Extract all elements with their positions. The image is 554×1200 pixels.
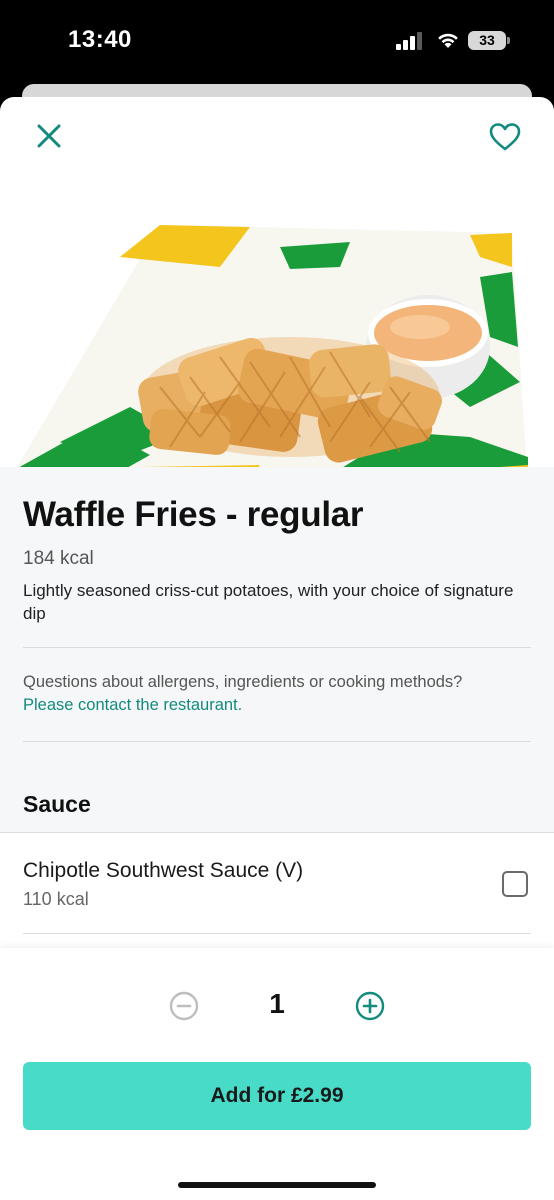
option-name: Chipotle Southwest Sauce (V)	[23, 859, 304, 882]
contact-restaurant-link[interactable]: Please contact the restaurant.	[23, 696, 242, 715]
divider	[23, 741, 531, 742]
heart-icon[interactable]	[488, 121, 522, 153]
sauce-section-title: Sauce	[23, 791, 91, 817]
wifi-icon	[438, 33, 458, 48]
divider	[23, 933, 531, 934]
home-indicator[interactable]	[178, 1182, 376, 1188]
quantity-value: 1	[269, 988, 285, 1019]
add-to-order-button[interactable]: Add for £2.99	[23, 1062, 531, 1130]
option-kcal: 110 kcal	[23, 889, 89, 909]
sauce-options-list: Chipotle Southwest Sauce (V) 110 kcal	[0, 832, 554, 952]
checkbox-icon[interactable]	[502, 871, 528, 897]
divider	[23, 647, 531, 648]
product-sheet: Waffle Fries - regular 184 kcal Lightly …	[0, 97, 554, 1200]
waffle-fries-image	[16, 225, 528, 489]
battery-indicator: 33	[468, 31, 506, 50]
status-bar: 13:40 33	[0, 0, 554, 84]
close-icon[interactable]	[34, 121, 64, 151]
product-title: Waffle Fries - regular	[23, 495, 364, 534]
minus-circle-icon[interactable]	[168, 990, 200, 1022]
allergen-question: Questions about allergens, ingredients o…	[23, 673, 463, 691]
battery-nub	[507, 37, 510, 44]
product-kcal: 184 kcal	[23, 548, 94, 569]
order-footer: 1 Add for £2.99	[0, 948, 554, 1200]
plus-circle-icon[interactable]	[354, 990, 386, 1022]
cellular-signal-icon	[396, 32, 422, 50]
product-description: Lightly seasoned criss-cut potatoes, wit…	[23, 581, 514, 623]
status-time: 13:40	[68, 26, 132, 53]
